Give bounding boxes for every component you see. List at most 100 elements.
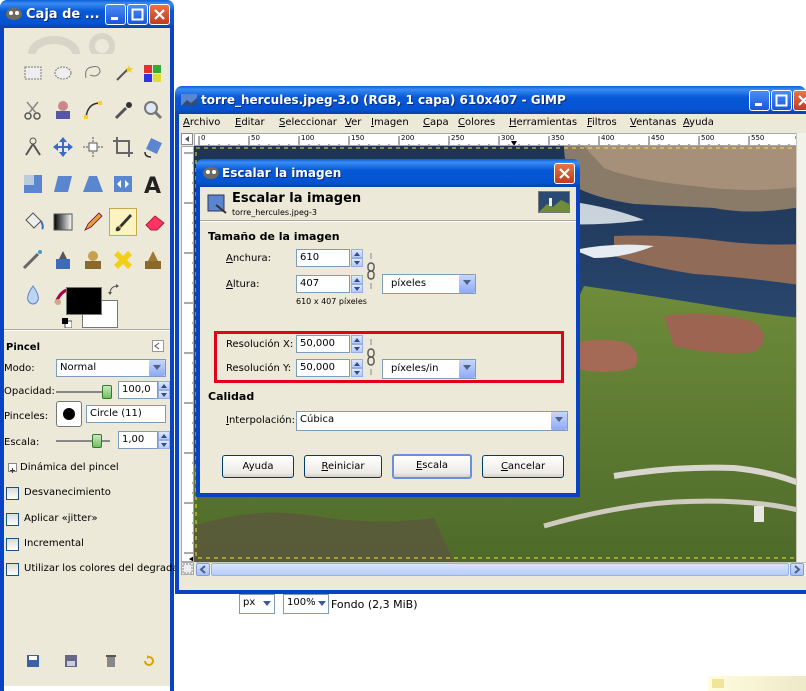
scale-spinner[interactable] (158, 431, 170, 449)
expand-icon[interactable] (8, 463, 17, 473)
tool-options-menu-icon[interactable] (152, 340, 164, 352)
scissors-select-tool-icon[interactable] (20, 97, 46, 123)
menu-editar[interactable]: Editar (235, 117, 265, 128)
scale-button[interactable]: Escala (392, 454, 472, 479)
dialog-titlebar[interactable]: Escalar la imagen (196, 159, 580, 187)
mode-combo[interactable]: Normal (56, 359, 166, 377)
help-button[interactable]: Ayuda (222, 455, 294, 478)
clone-tool-icon[interactable] (80, 247, 106, 273)
save-options-icon[interactable] (26, 654, 40, 668)
scale-input[interactable]: 1,00 (118, 431, 158, 449)
perspective-tool-icon[interactable] (80, 171, 106, 197)
paths-tool-icon[interactable] (80, 97, 106, 123)
ellipse-select-tool-icon[interactable] (50, 60, 76, 86)
airbrush-tool-icon[interactable] (20, 247, 46, 273)
menu-filtros[interactable]: Filtros (587, 117, 617, 128)
rotate-tool-icon[interactable] (140, 134, 166, 160)
menu-herramientas[interactable]: Herramientas (509, 117, 577, 128)
fuzzy-select-tool-icon[interactable] (110, 60, 136, 86)
minimize-button[interactable] (105, 4, 126, 25)
chain-link-icon[interactable] (366, 253, 376, 289)
eraser-tool-icon[interactable] (142, 209, 168, 235)
menu-archivo[interactable]: Archivo (183, 117, 220, 128)
brush-dynamics-expander[interactable]: Dinámica del pincel (20, 462, 119, 473)
interpolation-combo[interactable]: Cúbica (296, 411, 568, 431)
size-unit-combo[interactable]: píxeles (382, 274, 476, 294)
unit-combo[interactable]: px (239, 594, 275, 614)
horizontal-ruler[interactable]: 0 50 100 150 200 250 300 350 400 450 500… (194, 133, 804, 146)
opacity-slider[interactable] (56, 385, 114, 399)
scroll-right-button[interactable] (790, 563, 804, 576)
vertical-scrollbar[interactable] (796, 133, 806, 563)
image-window-titlebar[interactable]: torre_hercules.jpeg-3.0 (RGB, 1 capa) 61… (175, 86, 806, 114)
opacity-input[interactable]: 100,0 (118, 381, 158, 399)
align-tool-icon[interactable] (80, 134, 106, 160)
menu-ventanas[interactable]: Ventanas (630, 117, 676, 128)
default-colors-icon[interactable] (62, 318, 73, 329)
menu-colores[interactable]: Colores (458, 117, 495, 128)
free-select-tool-icon[interactable] (80, 60, 106, 86)
foreground-color-swatch[interactable] (66, 287, 102, 315)
paintbrush-tool-icon[interactable] (109, 208, 137, 236)
opacity-spinner[interactable] (158, 381, 170, 399)
toolbox-titlebar[interactable]: Caja de ... (0, 0, 174, 28)
restore-options-icon[interactable] (64, 654, 78, 668)
zoom-combo[interactable]: 100% (283, 594, 329, 614)
menu-ayuda[interactable]: Ayuda (683, 117, 714, 128)
rect-select-tool-icon[interactable] (20, 60, 46, 86)
scale-slider-handle[interactable] (92, 434, 102, 448)
pencil-tool-icon[interactable] (80, 209, 106, 235)
incremental-checkbox[interactable] (6, 538, 19, 551)
swap-colors-icon[interactable] (108, 284, 120, 296)
scroll-thumb[interactable] (211, 563, 789, 576)
perspective-clone-tool-icon[interactable] (140, 247, 166, 273)
close-button[interactable] (149, 4, 170, 25)
maximize-button[interactable] (771, 90, 792, 111)
zoom-tool-icon[interactable] (140, 97, 166, 123)
color-area[interactable] (62, 284, 124, 330)
chevron-down-icon[interactable] (263, 601, 271, 606)
select-by-color-tool-icon[interactable] (140, 60, 166, 86)
reset-options-icon[interactable] (142, 654, 156, 668)
blur-tool-icon[interactable] (20, 283, 46, 309)
measure-tool-icon[interactable] (20, 134, 46, 160)
ruler-corner[interactable] (181, 133, 193, 145)
bucket-fill-tool-icon[interactable] (20, 209, 46, 235)
flip-tool-icon[interactable] (110, 171, 136, 197)
opacity-slider-handle[interactable] (102, 385, 112, 399)
text-tool-icon[interactable]: A (140, 171, 166, 199)
width-input[interactable]: 610 (296, 249, 350, 267)
chevron-down-icon[interactable] (148, 360, 165, 376)
color-picker-tool-icon[interactable] (110, 97, 136, 123)
crop-tool-icon[interactable] (110, 134, 136, 160)
menu-imagen[interactable]: Imagen (371, 117, 409, 128)
fade-checkbox[interactable] (6, 487, 19, 500)
brush-preview-button[interactable] (56, 401, 82, 427)
move-tool-icon[interactable] (50, 134, 76, 160)
quick-mask-toggle[interactable] (181, 562, 194, 575)
close-button[interactable] (554, 163, 575, 184)
close-button[interactable] (793, 90, 806, 111)
shear-tool-icon[interactable] (50, 171, 76, 197)
blend-tool-icon[interactable] (50, 209, 76, 235)
chevron-down-icon[interactable] (458, 275, 475, 293)
minimize-button[interactable] (749, 90, 770, 111)
delete-options-icon[interactable] (104, 654, 118, 668)
height-spinner[interactable] (351, 275, 363, 293)
horizontal-scrollbar[interactable] (196, 562, 806, 576)
menu-seleccionar[interactable]: Seleccionar (279, 117, 337, 128)
width-spinner[interactable] (351, 249, 363, 267)
chevron-down-icon[interactable] (550, 412, 567, 430)
scale-tool-icon[interactable] (20, 171, 46, 197)
chevron-down-icon[interactable] (318, 601, 326, 606)
scroll-left-button[interactable] (196, 563, 210, 576)
menu-ver[interactable]: Ver (345, 117, 361, 128)
brush-name-field[interactable]: Circle (11) (86, 405, 166, 423)
foreground-select-tool-icon[interactable] (50, 97, 76, 123)
maximize-button[interactable] (127, 4, 148, 25)
heal-tool-icon[interactable] (110, 247, 136, 273)
menu-capa[interactable]: Capa (423, 117, 449, 128)
gradient-colors-checkbox[interactable] (6, 563, 19, 576)
height-input[interactable]: 407 (296, 275, 350, 293)
scale-slider[interactable] (56, 434, 112, 448)
